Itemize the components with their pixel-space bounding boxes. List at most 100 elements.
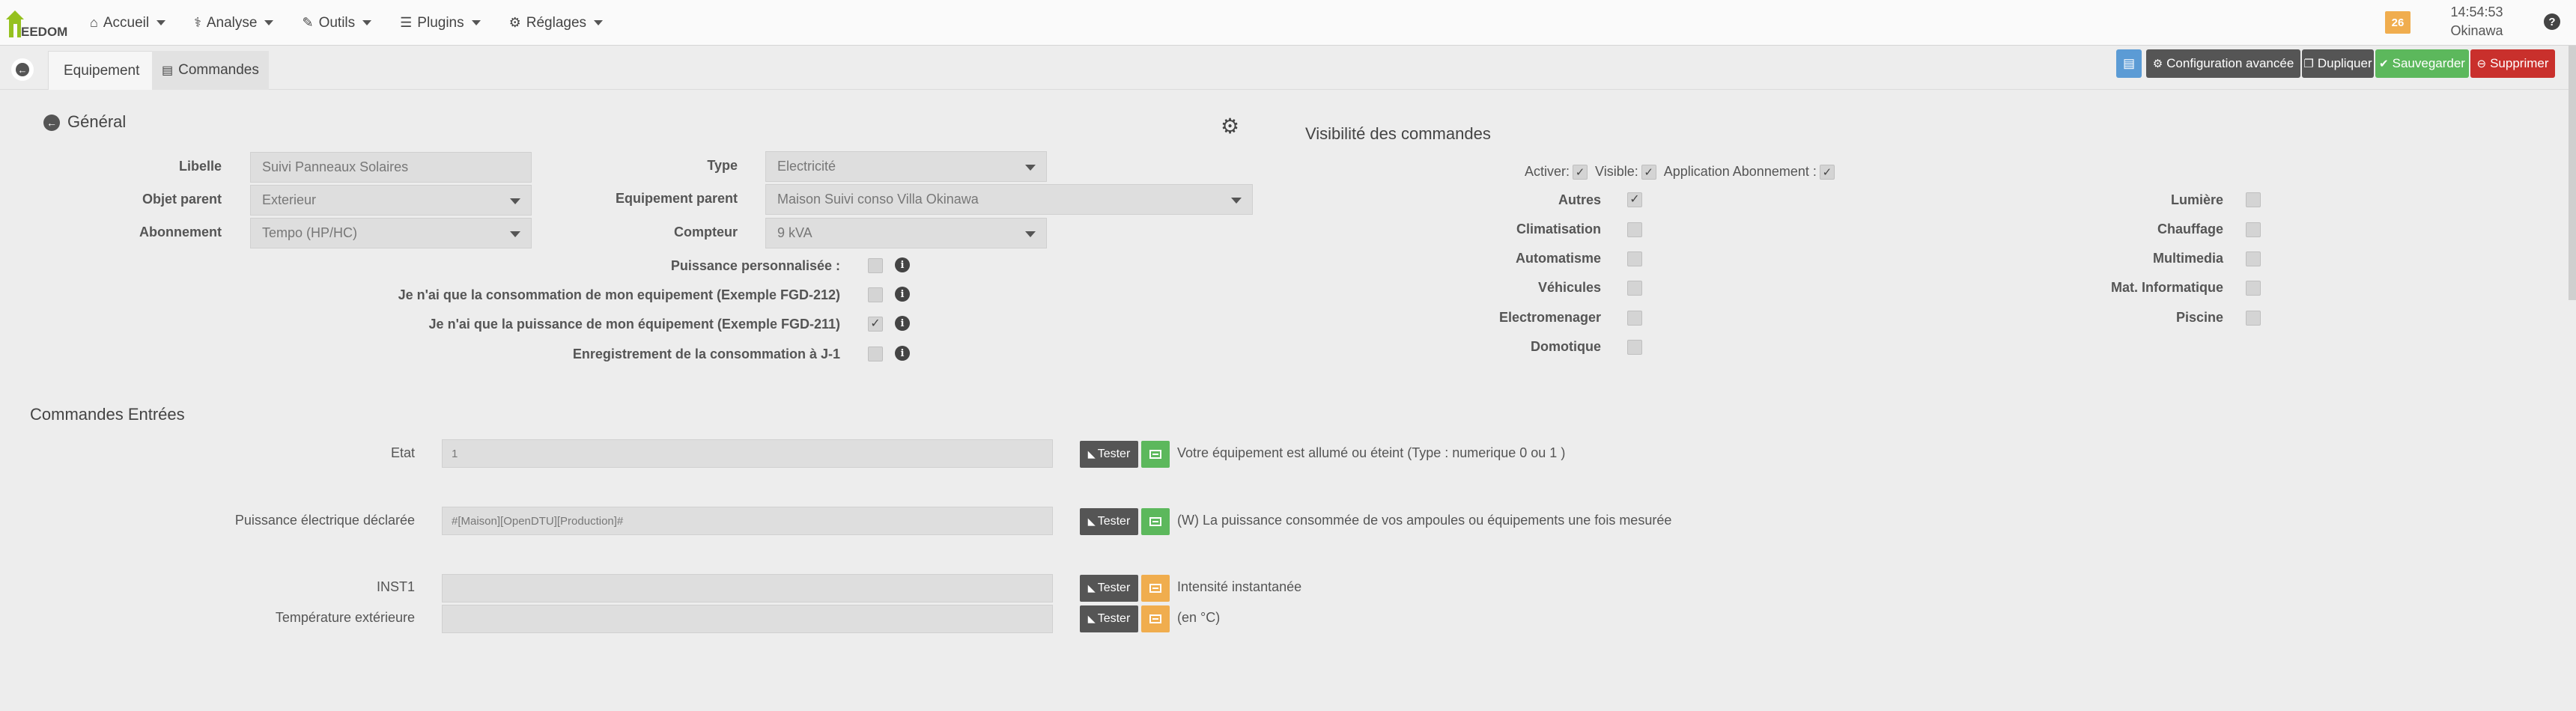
cmd-input-1[interactable]: #[Maison][OpenDTU][Production]# [442,507,1053,535]
cmd-input-2[interactable] [442,574,1053,602]
minus-circle-icon: ⊖ [2476,58,2487,70]
libelle-input[interactable]: Suivi Panneaux Solaires [250,152,532,183]
menu-analyse[interactable]: ⚕ Analyse [194,14,274,31]
compteur-select[interactable]: 9 kVA [765,218,1047,248]
clock: 14:54:53 Okinawa [2437,3,2516,40]
menu-accueil-label: Accueil [103,14,150,31]
rss-icon: ◣ [1087,516,1096,527]
vis-left-checkbox-5[interactable] [1627,340,1642,355]
menu-reglages-label: Réglages [526,14,587,31]
wrench-icon: ✎ [302,15,314,30]
cogs-icon[interactable]: ⚙ [1221,114,1239,138]
vis-right-checkbox-1[interactable] [2246,222,2261,237]
vis-left-checkbox-1[interactable] [1627,222,1642,237]
test-button[interactable]: ◣ Tester [1080,575,1138,602]
option-checkbox-2[interactable]: ✓ [868,317,883,332]
back-button[interactable]: ← [11,58,34,81]
info-type-icon [1141,508,1170,535]
caret-down-icon [1025,165,1036,171]
menu-accueil[interactable]: ⌂ Accueil [90,14,166,31]
top-navbar: EEDOM ⌂ Accueil ⚕ Analyse ✎ Outils ☰ Plu… [0,0,2576,46]
tab-commandes[interactable]: ▤ Commandes [152,51,269,90]
activer-checkbox[interactable]: ✓ [1573,164,1588,180]
cmd-value-0: 1 [452,447,458,460]
save-button[interactable]: ✔ Sauvegarder [2375,49,2469,78]
type-select[interactable]: Electricité [765,151,1047,182]
page-scrollbar[interactable] [2569,46,2576,300]
caret-down-icon [510,198,520,204]
type-label: Type [707,158,738,173]
libelle-value: Suivi Panneaux Solaires [262,159,409,174]
vis-right-checkbox-2[interactable] [2246,251,2261,266]
caret-down-icon [362,20,372,25]
vis-left-checkbox-4[interactable] [1627,311,1642,326]
list-icon: ☰ [400,15,413,30]
equipement-parent-select[interactable]: Maison Suivi conso Villa Okinawa [765,184,1253,215]
cmd-input-0[interactable]: 1 [442,439,1053,468]
compteur-label: Compteur [674,225,738,239]
cmd-label-1: Puissance électrique déclarée [234,513,415,528]
tab-equipement[interactable]: Equipement [48,51,156,90]
abonnement-app-checkbox[interactable]: ✓ [1819,164,1835,180]
vis-right-label-0: Lumière [2170,192,2223,207]
cmd-label-0: Etat [390,445,415,460]
list-alt-icon: ▤ [162,64,174,77]
option-label-2: Je n'ai que la puissance de mon équipeme… [428,317,840,332]
vis-left-label-5: Domotique [1531,339,1601,354]
menu-plugins[interactable]: ☰ Plugins [400,15,481,31]
general-title-text: Général [67,112,127,131]
visible-checkbox[interactable]: ✓ [1641,164,1656,180]
visibility-header: Activer: ✓ Visible: ✓ Application Abonneme… [1525,164,1842,180]
delete-button[interactable]: ⊖ Supprimer [2470,49,2555,78]
save-label: Sauvegarder [2392,56,2465,70]
menu-reglages[interactable]: ⚙ Réglages [508,14,604,31]
option-checkbox-1[interactable] [868,287,883,302]
objet-parent-select[interactable]: Exterieur [250,185,532,216]
type-value: Electricité [777,159,836,174]
cmd-desc-0: Votre équipement est allumé ou éteint (T… [1177,445,1566,460]
test-label: Tester [1097,448,1131,460]
documentation-button[interactable]: ▤ [2116,49,2142,78]
vis-right-label-2: Multimedia [2152,251,2223,266]
jeedom-logo[interactable]: EEDOM [4,6,73,39]
menu-outils[interactable]: ✎ Outils [302,15,372,31]
cmd-input-3[interactable] [442,605,1053,633]
test-button[interactable]: ◣ Tester [1080,441,1138,468]
equipement-parent-label: Equipement parent [615,191,738,206]
libelle-label: Libelle [178,159,222,174]
info-icon[interactable]: i [895,346,910,361]
menu-analyse-label: Analyse [206,14,258,31]
duplicate-label: Dupliquer [2317,56,2372,70]
caret-down-icon [157,20,166,25]
duplicate-button[interactable]: ❐ Dupliquer [2302,49,2374,78]
vis-left-checkbox-0[interactable]: ✓ [1627,192,1642,207]
vis-right-label-4: Piscine [2175,310,2223,325]
clock-time: 14:54:53 [2450,4,2503,19]
option-checkbox-0[interactable] [868,258,883,273]
help-icon[interactable]: ? [2544,13,2560,30]
info-icon[interactable]: i [895,316,910,331]
cmd-desc-1: (W) La puissance consommée de vos ampoul… [1177,513,1672,528]
option-label-3: Enregistrement de la consommation à J-1 [572,347,840,361]
info-icon[interactable]: i [895,287,910,302]
test-button[interactable]: ◣ Tester [1080,605,1138,632]
vis-right-checkbox-0[interactable] [2246,192,2261,207]
vis-left-checkbox-2[interactable] [1627,251,1642,266]
advanced-config-button[interactable]: ⚙ Configuration avancée [2146,49,2300,78]
cog-icon: ⚙ [508,15,521,30]
vis-right-label-3: Mat. Informatique [2110,280,2223,295]
caret-down-icon [1231,198,1242,204]
objet-parent-label: Objet parent [142,192,222,207]
notifications-badge[interactable]: 26 [2385,11,2411,34]
objet-parent-value: Exterieur [262,192,317,207]
main-menu: ⌂ Accueil ⚕ Analyse ✎ Outils ☰ Plugins ⚙… [90,0,631,46]
option-label-1: Je n'ai que la consommation de mon equip… [398,287,840,302]
vis-left-checkbox-3[interactable] [1627,281,1642,296]
abonnement-select[interactable]: Tempo (HP/HC) [250,218,532,248]
vis-right-checkbox-3[interactable] [2246,281,2261,296]
option-checkbox-3[interactable] [868,347,883,361]
copy-icon: ❐ [2303,58,2314,70]
test-button[interactable]: ◣ Tester [1080,508,1138,535]
vis-right-checkbox-4[interactable] [2246,311,2261,326]
info-icon[interactable]: i [895,257,910,272]
